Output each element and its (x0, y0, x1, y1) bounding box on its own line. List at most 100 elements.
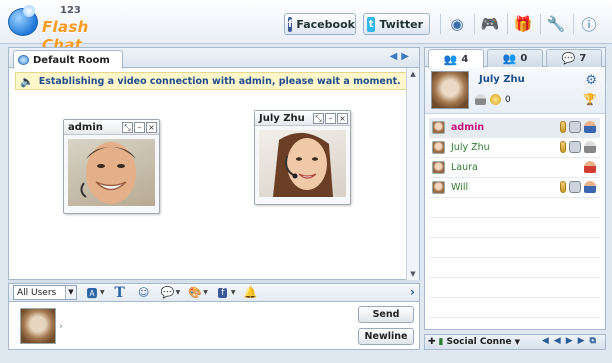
twitter-icon: t (367, 16, 376, 32)
list-item[interactable]: admin (429, 118, 600, 138)
toolbar-divider (540, 14, 541, 34)
chevron-down-icon: ▼ (65, 286, 76, 299)
media-controls[interactable]: ◀◀▶▶⧉ (542, 336, 601, 346)
trophy-icon[interactable]: 🏆 (583, 93, 597, 106)
chat-bubble-icon (18, 55, 29, 65)
list-item[interactable]: Will (429, 178, 600, 198)
friends-icon: 👥 (502, 52, 517, 65)
coin-icon (490, 94, 501, 105)
user-icon[interactable] (584, 161, 596, 173)
toolbar-divider (440, 14, 441, 34)
avatar (20, 308, 63, 344)
scroll-up-icon[interactable]: ▲ (409, 70, 417, 78)
tab-rooms[interactable]: 💬 7 (546, 49, 602, 67)
current-user-name: July Zhu (479, 74, 525, 85)
video-feed-admin (68, 139, 155, 206)
newline-button[interactable]: Newline (358, 328, 414, 345)
facebook-button[interactable]: f Facebook (284, 13, 356, 35)
user-list-background (429, 198, 600, 326)
connection-notice: 🔈 Establishing a video connection with a… (15, 72, 408, 90)
room-panel: Default Room ◀▶ 🔈 Establishing a video c… (8, 47, 420, 280)
current-user-box: July Zhu 0 ⚙ 🏆 (425, 68, 605, 114)
current-user-info: 0 (475, 94, 511, 105)
scroll-down-icon[interactable]: ▼ (409, 270, 417, 278)
chevron-down-icon[interactable]: ▼ (100, 289, 105, 296)
status-label[interactable]: Social Conne (447, 337, 512, 347)
ring-icon[interactable]: 🔔 (242, 285, 260, 301)
toolbar-divider (474, 14, 475, 34)
social-status-bar: ✚ ▮ Social Conne ▼ ◀◀▶▶⧉ (424, 334, 606, 350)
webcam-icon[interactable] (569, 121, 581, 133)
room-tab-label: Default Room (33, 54, 110, 66)
logo-icon (8, 5, 38, 36)
user-icon[interactable] (584, 181, 596, 193)
chat-scrollbar[interactable]: ▲ ▼ (406, 68, 419, 280)
microphone-icon[interactable] (560, 121, 566, 133)
gear-icon[interactable]: ⚙ (585, 73, 597, 88)
room-tab-bar: Default Room ◀▶ (9, 48, 419, 69)
list-item[interactable]: Laura (429, 158, 600, 178)
webcam-icon[interactable]: ◉ (446, 13, 468, 35)
gamepad-icon[interactable]: 🎮 (479, 13, 501, 35)
speaker-icon: 🔈 (20, 74, 34, 88)
video-window-july-zhu[interactable]: July Zhu ⤡ – × (254, 110, 351, 205)
facebook-icon: f (288, 16, 293, 32)
info-icon[interactable]: ⓘ (578, 13, 600, 35)
chat-bubble-icon[interactable]: 💬 (159, 285, 177, 301)
twitter-label: Twitter (379, 17, 423, 31)
plus-icon[interactable]: ✚ (428, 337, 436, 347)
chevron-down-icon[interactable]: ▼ (203, 289, 208, 296)
user-name: Will (451, 182, 469, 193)
minimize-icon[interactable]: – (325, 113, 336, 124)
logo-number: 123 (60, 5, 81, 16)
toolbar-more-icon[interactable]: › (410, 285, 415, 299)
facebook-share-icon[interactable]: f (214, 285, 232, 301)
toolbar-divider (573, 14, 574, 34)
user-panel: 👥 4 👥 0 💬 7 July Zhu 0 ⚙ 🏆 admin July Zh… (424, 47, 606, 330)
message-input-area[interactable]: Send Newline (8, 302, 420, 350)
text-style-icon[interactable]: T (111, 285, 129, 301)
avatar (432, 121, 445, 134)
tab-count: 4 (461, 53, 469, 65)
user-list: admin July Zhu Laura Will (429, 118, 600, 198)
user-name: Laura (451, 162, 478, 173)
toolbar-divider (507, 14, 508, 34)
recipient-select[interactable]: All Users ▼ (13, 285, 77, 300)
resize-icon[interactable]: ⤡ (122, 122, 133, 133)
facebook-label: Facebook (296, 17, 355, 31)
tab-friends[interactable]: 👥 0 (487, 49, 543, 67)
chevron-down-icon[interactable]: ▼ (515, 338, 520, 346)
twitter-button[interactable]: t Twitter (363, 13, 430, 35)
tab-default-room[interactable]: Default Room (13, 50, 123, 69)
resize-icon[interactable]: ⤡ (313, 113, 324, 124)
palette-icon[interactable]: 🎨 (186, 285, 204, 301)
send-button[interactable]: Send (358, 306, 414, 323)
chat-bubble-icon: 💬 (561, 52, 576, 65)
list-item[interactable]: July Zhu (429, 138, 600, 158)
signal-icon: ▮ (438, 337, 444, 347)
credits-value: 0 (505, 94, 511, 105)
app-logo[interactable]: 123 Flash Chat (6, 4, 126, 54)
tab-online-users[interactable]: 👥 4 (428, 49, 484, 68)
emoticon-icon[interactable]: ☺ (135, 285, 153, 301)
user-name: July Zhu (451, 142, 490, 153)
user-status-icon[interactable] (475, 94, 486, 105)
microphone-icon[interactable] (560, 141, 566, 153)
font-size-icon[interactable]: 🅰 (83, 285, 101, 301)
microphone-icon[interactable] (560, 181, 566, 193)
tab-scroll-arrows[interactable]: ◀▶ (390, 51, 413, 62)
gift-icon[interactable]: 🎁 (512, 13, 534, 35)
chevron-down-icon[interactable]: ▼ (176, 289, 181, 296)
video-window-admin[interactable]: admin ⤡ – × (63, 119, 160, 214)
user-icon[interactable] (584, 121, 596, 133)
minimize-icon[interactable]: – (134, 122, 145, 133)
wrench-icon[interactable]: 🔧 (545, 13, 567, 35)
user-icon[interactable] (584, 141, 596, 153)
users-icon: 👥 (443, 52, 458, 66)
close-icon[interactable]: × (337, 113, 348, 124)
webcam-icon[interactable] (569, 141, 581, 153)
chevron-down-icon[interactable]: ▼ (231, 289, 236, 296)
avatar[interactable] (431, 71, 469, 109)
webcam-icon[interactable] (569, 181, 581, 193)
close-icon[interactable]: × (146, 122, 157, 133)
